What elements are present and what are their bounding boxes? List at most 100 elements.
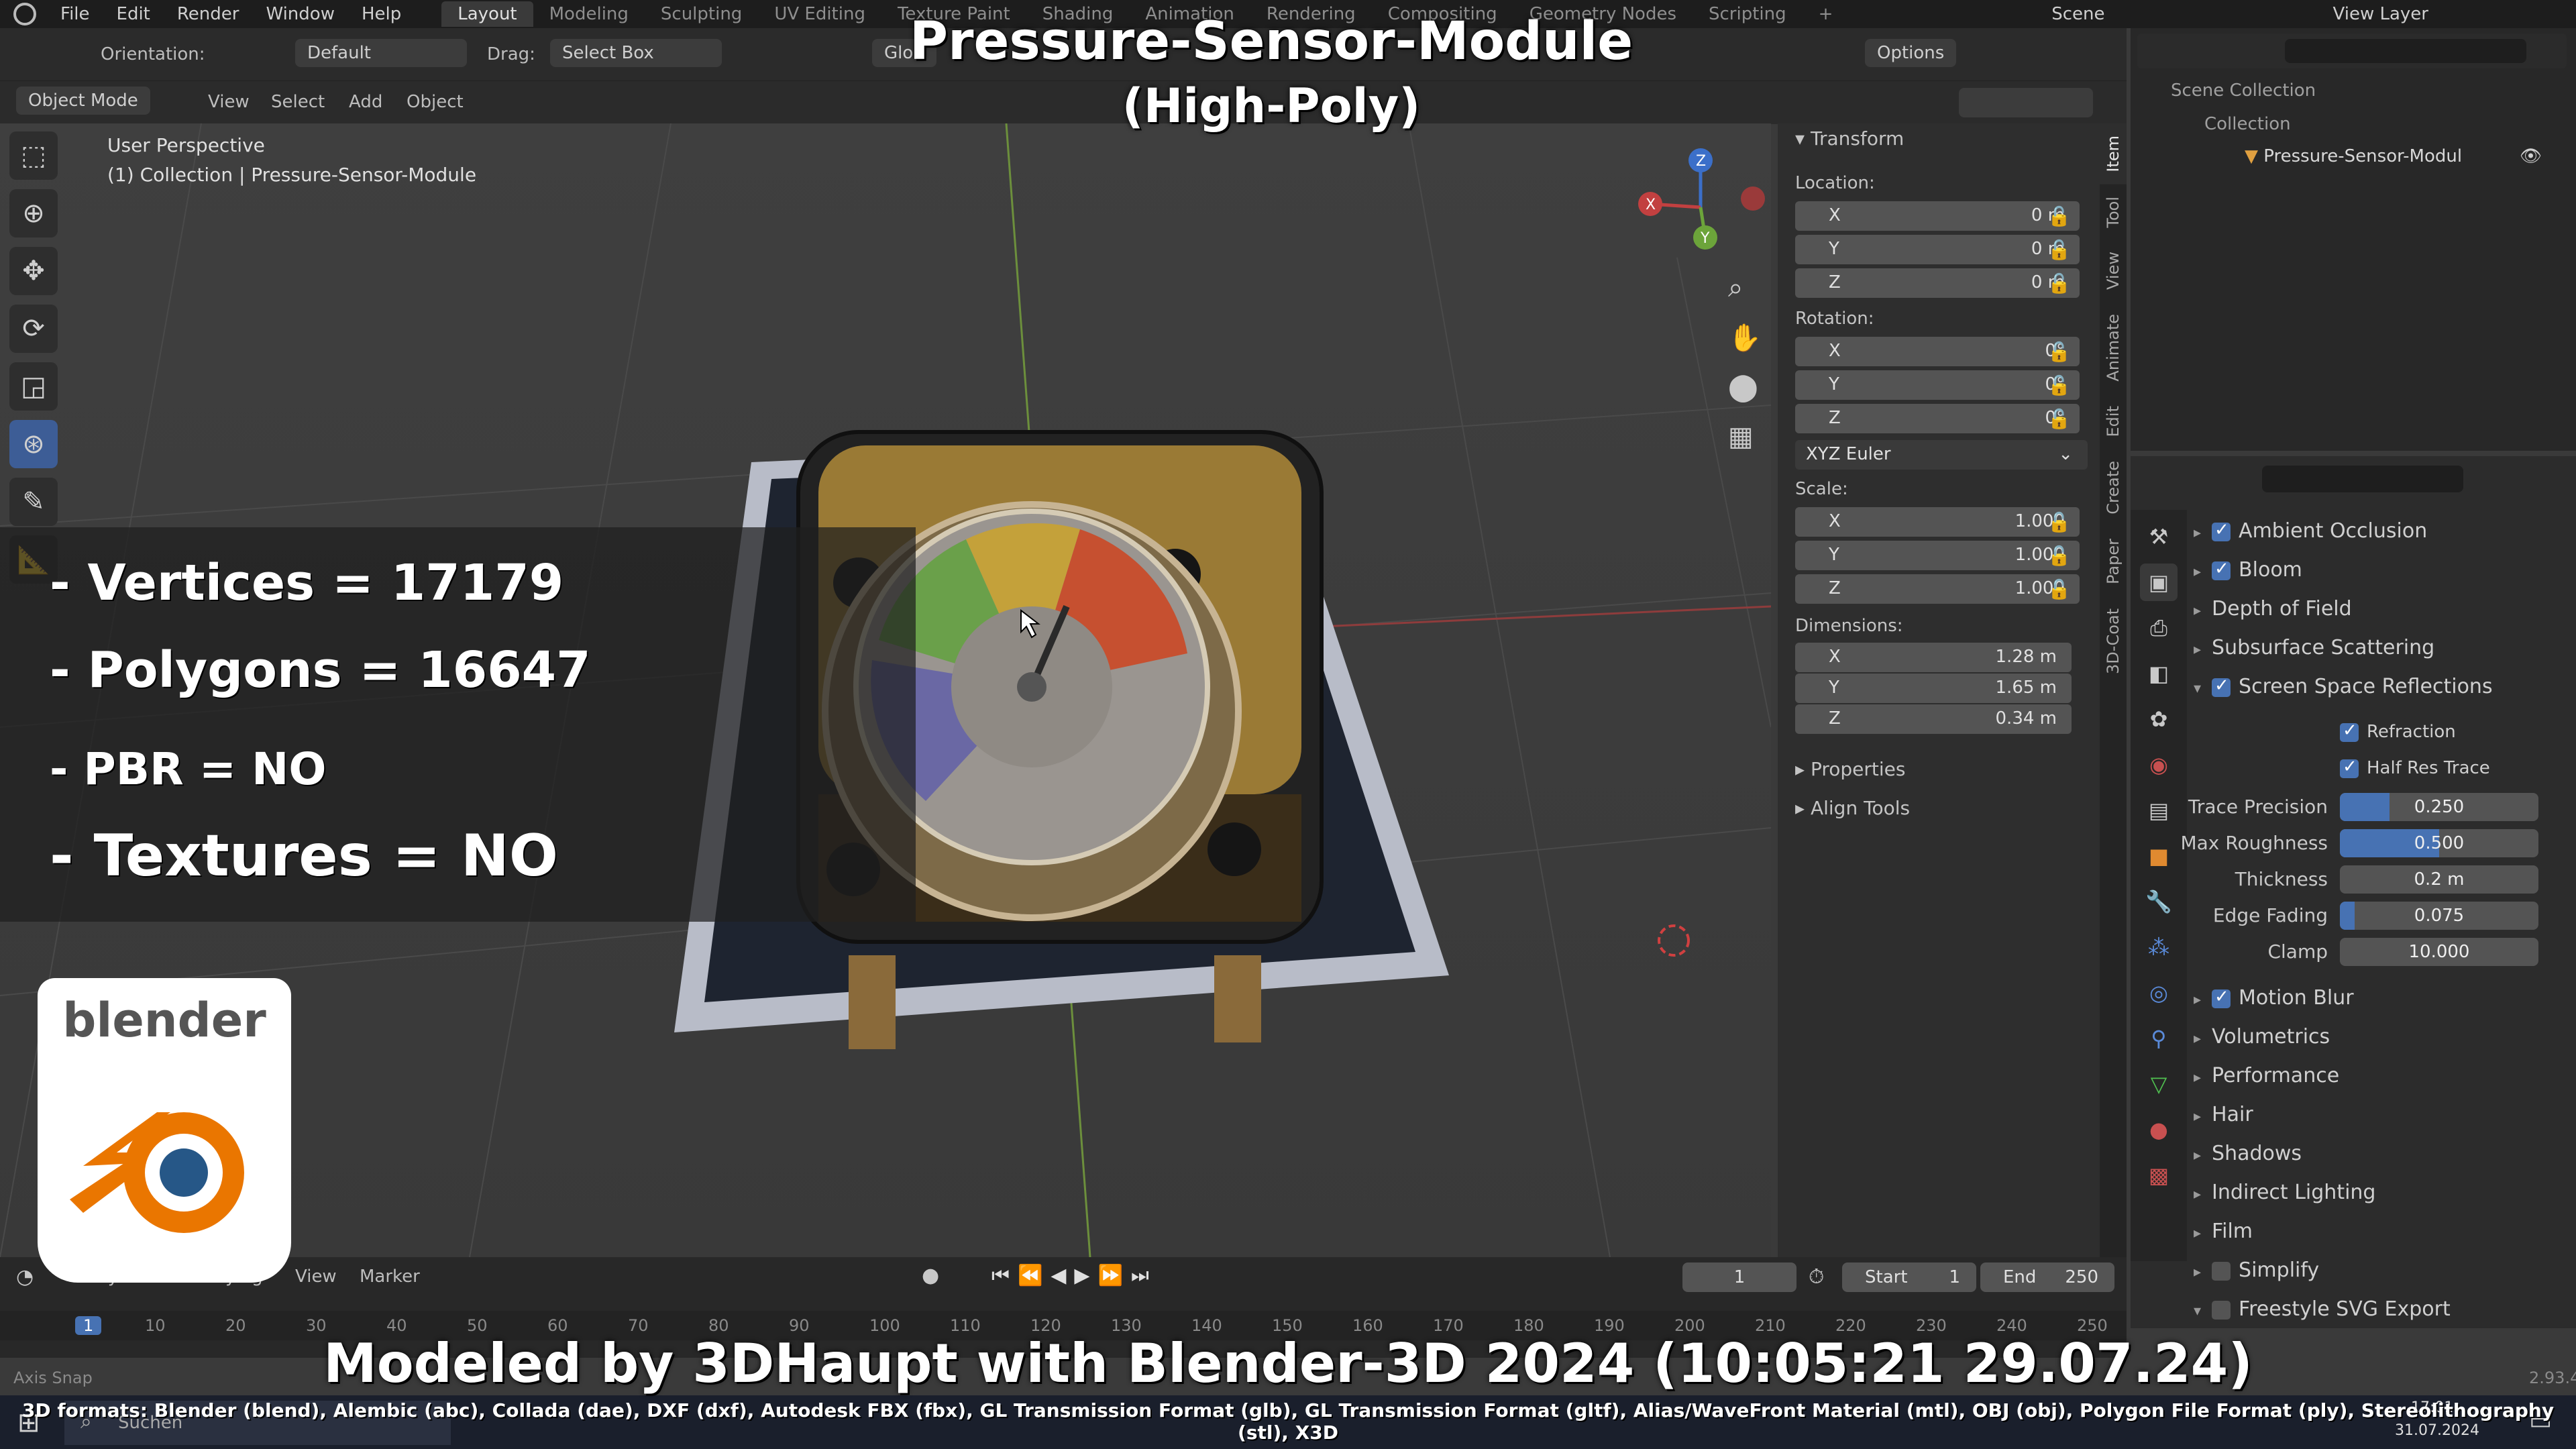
stopwatch-icon[interactable]: ⏱ [1809,1265,1824,1289]
section-performance[interactable]: ▸ Performance [2194,1064,2339,1087]
sidebar-tab-view[interactable]: View [2100,239,2127,302]
section-motion-blur[interactable]: ▸Motion Blur [2194,986,2354,1010]
section-hair[interactable]: ▸ Hair [2194,1103,2253,1126]
slider-label: Trace Precision [2188,796,2328,818]
camera-view-icon[interactable]: ⬤ [1728,372,1758,402]
rotation-y-field[interactable]: Y 0° [1795,370,2080,400]
sidebar-tab-3d-coat[interactable]: 3D-Coat [2100,596,2127,686]
section-label: Depth of Field [2212,597,2352,621]
dimensions-y-field[interactable]: Y 1.65 m [1795,674,2072,703]
section-bloom[interactable]: ▸Bloom [2194,558,2302,582]
scale-tool-icon[interactable]: ◲ [9,362,58,411]
section-freestyle-svg-export[interactable]: ▾ Freestyle SVG Export [2194,1297,2451,1321]
pan-hand-icon[interactable]: ✋ [1728,322,1762,354]
checkbox-icon[interactable] [2340,720,2359,742]
half-res-trace-option[interactable]: Half Res Trace [2340,757,2490,778]
section-film[interactable]: ▸ Film [2194,1220,2253,1243]
lock-icon[interactable]: 🔓 [2047,205,2071,227]
refraction-option[interactable]: Refraction [2340,720,2456,742]
start-frame-field[interactable]: Start 1 [1842,1263,1976,1292]
rotation-mode-dropdown[interactable]: XYZ Euler ⌄ [1795,440,2088,470]
align-tools-section-header[interactable]: ▸ Align Tools [1795,797,1910,819]
output-tab-icon[interactable]: ⎙ [2140,609,2178,647]
section-screen-space-reflections[interactable]: ▾Screen Space Reflections [2194,675,2493,698]
sidebar-tab-edit[interactable]: Edit [2100,394,2127,449]
material-tab-icon[interactable]: ● [2140,1111,2178,1148]
tool-tab-icon[interactable]: ⚒ [2140,518,2178,555]
playback-controls[interactable]: ⏮⏪◀▶⏩⏭ [991,1264,1157,1287]
physics-tab-icon[interactable]: ◎ [2140,974,2178,1012]
gizmo-neg-x-axis[interactable] [1741,186,1765,211]
lock-icon[interactable]: 🔓 [2047,545,2071,567]
cursor-tool-icon[interactable]: ⊕ [9,189,58,237]
end-frame-field[interactable]: End 250 [1980,1263,2114,1292]
current-frame-field[interactable]: 1 [1682,1263,1796,1292]
constraints-tab-icon[interactable]: ⚲ [2140,1020,2178,1057]
checkbox-icon[interactable] [2340,757,2359,778]
record-button[interactable]: ● [922,1264,939,1287]
timeline-menu-marker[interactable]: Marker [360,1267,420,1287]
lock-icon[interactable]: 🔓 [2047,374,2071,396]
outliner-object-row[interactable]: ▼ Pressure-Sensor-Modul [2245,146,2462,166]
scale-z-field[interactable]: Z 1.000 [1795,574,2080,604]
select-box-tool-icon[interactable]: ⬚ [9,131,58,180]
section-ambient-occlusion[interactable]: ▸Ambient Occlusion [2194,519,2427,543]
3d-cursor[interactable] [1658,924,1690,957]
lock-icon[interactable]: 🔓 [2047,511,2071,533]
timeline-menu-view[interactable]: View [295,1267,337,1287]
scene-tab-icon[interactable]: ✿ [2140,700,2178,738]
world-tab-icon[interactable]: ◉ [2140,746,2178,784]
sidebar-tab-paper[interactable]: Paper [2100,527,2127,596]
section-subsurface-scattering[interactable]: ▸ Subsurface Scattering [2194,636,2434,659]
properties-search-input[interactable] [2262,466,2463,492]
slider-trace-precision[interactable]: 0.250 [2340,793,2538,821]
section-volumetrics[interactable]: ▸ Volumetrics [2194,1025,2330,1049]
section-depth-of-field[interactable]: ▸ Depth of Field [2194,597,2352,621]
section-shadows[interactable]: ▸ Shadows [2194,1142,2302,1165]
eye-visibility-icon[interactable]: 👁 [2520,146,2542,166]
data-tab-icon[interactable]: ▽ [2140,1065,2178,1103]
properties-section-header[interactable]: ▸ Properties [1795,758,1905,780]
move-tool-icon[interactable]: ✥ [9,247,58,295]
checkbox-icon[interactable] [2212,1300,2231,1320]
sidebar-tab-tool[interactable]: Tool [2100,184,2127,240]
ortho-grid-icon[interactable]: ▦ [1728,421,1754,452]
section-simplify[interactable]: ▸ Simplify [2194,1258,2319,1282]
lock-icon[interactable]: 🔓 [2047,578,2071,600]
annotate-tool-icon[interactable]: ✎ [9,478,58,526]
rotation-z-field[interactable]: Z 0° [1795,404,2080,433]
transform-tool-icon[interactable]: ⊛ [9,420,58,468]
render-tab-icon[interactable]: ▣ [2140,564,2178,601]
scale-x-field[interactable]: X 1.000 [1795,507,2080,537]
slider-edge-fading[interactable]: 0.075 [2340,902,2538,930]
lock-icon[interactable]: 🔓 [2047,408,2071,430]
checkbox-icon[interactable] [2212,1261,2231,1281]
slider-clamp[interactable]: 10.000 [2340,938,2538,966]
clock-icon[interactable]: ◔ [16,1265,34,1289]
slider-max-roughness[interactable]: 0.500 [2340,829,2538,857]
checkbox-icon[interactable] [2212,987,2231,1008]
section-indirect-lighting[interactable]: ▸ Indirect Lighting [2194,1181,2375,1204]
rotation-x-field[interactable]: X 0° [1795,337,2080,366]
lock-icon[interactable]: 🔓 [2047,239,2071,261]
sidebar-tab-create[interactable]: Create [2100,449,2127,527]
dimensions-z-field[interactable]: Z 0.34 m [1795,704,2072,734]
scale-y-field[interactable]: Y 1.000 [1795,541,2080,570]
sidebar-tab-animate[interactable]: Animate [2100,302,2127,394]
rotate-tool-icon[interactable]: ⟳ [9,305,58,353]
checkbox-icon[interactable] [2212,559,2231,580]
slider-thickness[interactable]: 0.2 m [2340,865,2538,894]
navigation-gizmo[interactable]: Z X Y [1623,144,1771,251]
lock-icon[interactable]: 🔓 [2047,272,2071,294]
location-x-field[interactable]: X0 m [1795,201,2080,231]
checkbox-icon[interactable] [2212,676,2231,697]
texture-tab-icon[interactable]: ▩ [2140,1157,2178,1194]
lock-icon[interactable]: 🔓 [2047,341,2071,363]
checkbox-icon[interactable] [2212,520,2231,541]
axis-label: Y [1829,239,1839,259]
zoom-icon[interactable]: ⌕ [1728,272,1743,303]
location-y-field[interactable]: Y0 m [1795,235,2080,264]
view-layer-tab-icon[interactable]: ◧ [2140,655,2178,692]
dimensions-x-field[interactable]: X 1.28 m [1795,643,2072,672]
location-z-field[interactable]: Z0 m [1795,268,2080,298]
